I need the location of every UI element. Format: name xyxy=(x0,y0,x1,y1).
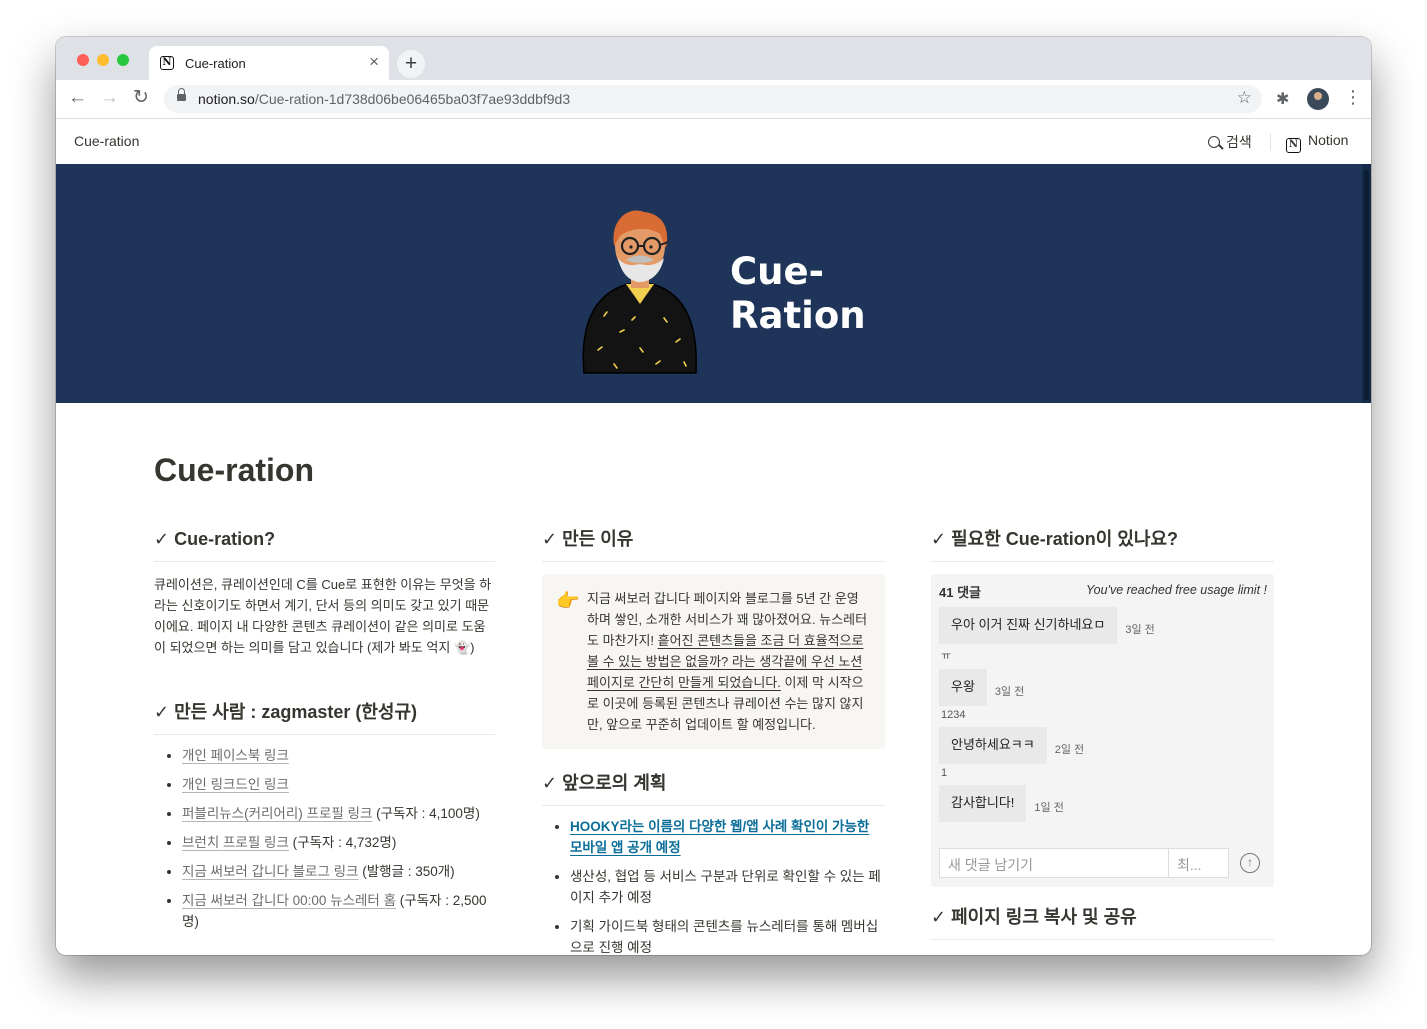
url-path: /Cue-ration-1d738d06be06465ba03f7ae93ddb… xyxy=(254,91,571,107)
list-item: HOOKY라는 이름의 다양한 웹/앱 사례 확인이 가능한 모바일 앱 공개 … xyxy=(570,816,885,858)
heading-plans: ✓ 앞으로의 계획 xyxy=(542,771,885,806)
plans-list: HOOKY라는 이름의 다양한 웹/앱 사례 확인이 가능한 모바일 앱 공개 … xyxy=(542,816,885,955)
send-arrow-icon[interactable]: ↑ xyxy=(1240,853,1260,873)
new-tab-button[interactable]: + xyxy=(397,50,425,78)
maximize-window-button[interactable] xyxy=(117,54,129,66)
list-item: 퍼블리뉴스(커리어리) 프로필 링크 (구독자 : 4,100명) xyxy=(182,803,495,824)
link-facebook[interactable]: 개인 페이스북 링크 xyxy=(182,748,289,763)
heading-request: ✓ 필요한 Cue-ration이 있나요? xyxy=(931,527,1274,562)
column-reason: ✓ 만든 이유 👉 지금 써보러 갑니다 페이지와 블로그를 5년 간 운영하며… xyxy=(542,527,885,955)
comment-widget: 41 댓글 You've reached free usage limit ! … xyxy=(931,574,1274,887)
browser-tab[interactable]: N Cue-ration × xyxy=(149,46,389,80)
notion-topbar: Cue-ration 검색 N Notion xyxy=(56,119,1371,164)
list-item: 지금 써보러 갑니다 00:00 뉴스레터 홈 (구독자 : 2,500명) xyxy=(182,890,495,932)
link-linkedin[interactable]: 개인 링크드인 링크 xyxy=(182,777,289,792)
close-window-button[interactable] xyxy=(77,54,89,66)
page-title: Cue-ration xyxy=(154,452,314,488)
comment-item: 안녕하세요ㅋㅋ 2일 전 1 xyxy=(939,727,1268,779)
workspace-breadcrumb[interactable]: Cue-ration xyxy=(74,133,139,149)
cover-line-1: Cue- xyxy=(730,250,824,293)
heading-cue-ration: ✓ Cue-ration? xyxy=(154,527,495,562)
cover-line-2: Ration xyxy=(730,294,866,337)
url-host: notion.so xyxy=(198,91,255,107)
comment-author: ㅠ xyxy=(941,650,952,662)
reason-callout: 👉 지금 써보러 갑니다 페이지와 블로그를 5년 간 운영하며 쌓인, 소개한… xyxy=(542,574,885,749)
comment-text: 우왕 xyxy=(939,669,987,706)
page-scrollbar-thumb[interactable] xyxy=(1364,170,1369,400)
topbar-divider xyxy=(1270,133,1271,151)
search-label: 검색 xyxy=(1226,134,1252,150)
forward-arrow-icon[interactable]: → xyxy=(100,88,119,108)
address-bar[interactable]: notion.so/Cue-ration-1d738d06be06465ba03… xyxy=(164,85,1262,113)
comment-text: 안녕하세요ㅋㅋ xyxy=(939,727,1047,764)
notion-label: Notion xyxy=(1308,132,1349,148)
notion-favicon-icon: N xyxy=(160,56,174,70)
commenter-name-input[interactable]: 최... xyxy=(1169,848,1229,878)
lock-icon xyxy=(177,88,186,101)
bookmark-star-icon[interactable]: ☆ xyxy=(1237,88,1252,108)
creator-links-list: 개인 페이스북 링크 개인 링크드인 링크 퍼블리뉴스(커리어리) 프로필 링크… xyxy=(154,745,495,932)
link-blog[interactable]: 지금 써보러 갑니다 블로그 링크 xyxy=(182,864,358,879)
comment-time: 1일 전 xyxy=(1034,802,1064,814)
list-item: 생산성, 협업 등 서비스 구분과 단위로 확인할 수 있는 페이지 추가 예정 xyxy=(570,866,885,908)
list-item: 기획 가이드북 형태의 콘텐츠를 뉴스레터를 통해 멤버십으로 진행 예정 xyxy=(570,916,885,955)
link-publy[interactable]: 퍼블리뉴스(커리어리) 프로필 링크 xyxy=(182,806,372,821)
heading-share: ✓ 페이지 링크 복사 및 공유 xyxy=(931,905,1274,940)
comment-item: 우아 이거 진짜 신기하네요ㅁ 3일 전 ㅠ xyxy=(939,607,1268,663)
comment-item: 감사합니다! 1일 전 xyxy=(939,785,1268,822)
intro-paragraph: 큐레이션은, 큐레이션인데 C를 Cue로 표현한 이유는 무엇을 하라는 신호… xyxy=(154,577,492,655)
extensions-puzzle-icon[interactable]: ✱ xyxy=(1276,89,1289,109)
heading-creator: ✓ 만든 사람 : zagmaster (한성규) xyxy=(154,700,495,735)
tab-title: Cue-ration xyxy=(185,56,246,71)
comment-time: 3일 전 xyxy=(994,686,1025,698)
list-item: 개인 페이스북 링크 xyxy=(182,745,495,766)
list-item: 개인 링크드인 링크 xyxy=(182,774,495,795)
link-note: (발행글 : 350개) xyxy=(358,864,455,879)
minimize-window-button[interactable] xyxy=(97,54,109,66)
reload-icon[interactable]: ↻ xyxy=(133,88,149,108)
usage-limit-notice: You've reached free usage limit ! xyxy=(1086,583,1267,597)
notion-logo-icon: N xyxy=(1286,138,1301,153)
column-request: ✓ 필요한 Cue-ration이 있나요? 41 댓글 You've reac… xyxy=(931,527,1274,940)
search-icon xyxy=(1208,136,1220,148)
comment-text: 우아 이거 진짜 신기하네요ㅁ xyxy=(939,607,1118,644)
comment-item: 우왕 3일 전 1234 xyxy=(939,669,1268,721)
comment-text: 감사합니다! xyxy=(939,785,1027,822)
new-comment-input[interactable]: 새 댓글 남기기 xyxy=(939,848,1169,878)
comment-author: 1234 xyxy=(941,709,966,721)
link-brunch[interactable]: 브런치 프로필 링크 xyxy=(182,835,289,850)
cover-title: Cue- Ration xyxy=(730,250,866,338)
back-arrow-icon[interactable]: ← xyxy=(68,88,87,108)
notion-button[interactable]: N Notion xyxy=(1286,132,1348,153)
page-cover: Cue- Ration xyxy=(56,164,1371,403)
comment-time: 2일 전 xyxy=(1054,744,1085,756)
tab-strip: N Cue-ration × + xyxy=(56,37,1371,80)
character-illustration xyxy=(582,210,697,374)
comment-author: 1 xyxy=(941,767,948,779)
url-text: notion.so/Cue-ration-1d738d06be06465ba03… xyxy=(198,91,570,107)
pointing-hand-icon: 👉 xyxy=(556,591,580,612)
link-newsletter[interactable]: 지금 써보러 갑니다 00:00 뉴스레터 홈 xyxy=(182,893,396,908)
browser-window: N Cue-ration × + ← → ↻ notion.so/Cue-rat… xyxy=(56,37,1371,955)
comment-time: 3일 전 xyxy=(1125,624,1155,636)
link-note: (구독자 : 4,100명) xyxy=(372,806,480,821)
browser-menu-icon[interactable]: ⋮ xyxy=(1344,87,1362,107)
link-note: (구독자 : 4,732명) xyxy=(288,835,397,850)
column-about: ✓ Cue-ration? 큐레이션은, 큐레이션인데 C를 Cue로 표현한 … xyxy=(154,527,495,940)
list-item: 지금 써보러 갑니다 블로그 링크 (발행글 : 350개) xyxy=(182,861,495,882)
list-item: 브런치 프로필 링크 (구독자 : 4,732명) xyxy=(182,832,495,853)
profile-avatar[interactable] xyxy=(1307,88,1329,110)
tab-close-icon[interactable]: × xyxy=(369,53,379,71)
browser-toolbar: ← → ↻ notion.so/Cue-ration-1d738d06be064… xyxy=(56,80,1371,119)
search-button[interactable]: 검색 xyxy=(1208,132,1252,152)
plan-link-hooky[interactable]: HOOKY라는 이름의 다양한 웹/앱 사례 확인이 가능한 모바일 앱 공개 … xyxy=(570,819,869,855)
heading-reason: ✓ 만든 이유 xyxy=(542,527,885,562)
